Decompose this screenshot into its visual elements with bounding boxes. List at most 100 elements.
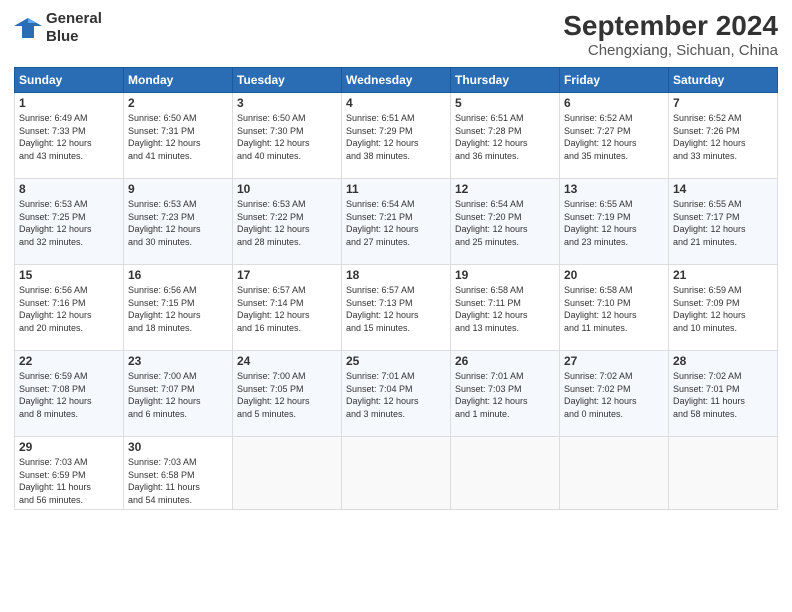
day-number: 9 xyxy=(128,182,228,196)
day-number: 15 xyxy=(19,268,119,282)
day-info: Sunrise: 6:56 AM Sunset: 7:16 PM Dayligh… xyxy=(19,284,119,334)
calendar-cell: 9 Sunrise: 6:53 AM Sunset: 7:23 PM Daylig… xyxy=(124,179,233,265)
calendar-cell: 27Sunrise: 7:02 AM Sunset: 7:02 PM Dayli… xyxy=(560,351,669,437)
calendar-cell: 5Sunrise: 6:51 AM Sunset: 7:28 PM Daylig… xyxy=(451,93,560,179)
day-number: 13 xyxy=(564,182,664,196)
day-info: Sunrise: 7:03 AM Sunset: 6:58 PM Dayligh… xyxy=(128,456,228,506)
day-info: Sunrise: 7:01 AM Sunset: 7:03 PM Dayligh… xyxy=(455,370,555,420)
location: Chengxiang, Sichuan, China xyxy=(563,42,778,59)
day-info: Sunrise: 7:02 AM Sunset: 7:01 PM Dayligh… xyxy=(673,370,773,420)
weekday-header: Monday xyxy=(124,68,233,93)
day-number: 4 xyxy=(346,96,446,110)
weekday-header: Tuesday xyxy=(233,68,342,93)
logo: General Blue xyxy=(14,10,102,46)
calendar-cell: 30 Sunrise: 7:03 AM Sunset: 6:58 PM Dayli… xyxy=(124,437,233,510)
weekday-header: Sunday xyxy=(15,68,124,93)
calendar-cell: 16Sunrise: 6:56 AM Sunset: 7:15 PM Dayli… xyxy=(124,265,233,351)
weekday-header: Friday xyxy=(560,68,669,93)
day-number: 24 xyxy=(237,354,337,368)
calendar-cell: 29Sunrise: 7:03 AM Sunset: 6:59 PM Dayli… xyxy=(15,437,124,510)
day-info: Sunrise: 6:50 AM Sunset: 7:30 PM Dayligh… xyxy=(237,112,337,162)
calendar-week-row: 1 Sunrise: 6:49 AM Sunset: 7:33 PM Daylig… xyxy=(15,93,778,179)
day-info: Sunrise: 7:01 AM Sunset: 7:04 PM Dayligh… xyxy=(346,370,446,420)
day-number: 26 xyxy=(455,354,555,368)
calendar-cell xyxy=(669,437,778,510)
calendar-cell: 4 Sunrise: 6:51 AM Sunset: 7:29 PM Daylig… xyxy=(342,93,451,179)
day-number: 23 xyxy=(128,354,228,368)
day-number: 27 xyxy=(564,354,664,368)
day-info: Sunrise: 6:51 AM Sunset: 7:29 PM Dayligh… xyxy=(346,112,446,162)
calendar-cell xyxy=(451,437,560,510)
day-info: Sunrise: 6:51 AM Sunset: 7:28 PM Dayligh… xyxy=(455,112,555,162)
day-number: 1 xyxy=(19,96,119,110)
calendar-cell: 18 Sunrise: 6:57 AM Sunset: 7:13 PM Dayli… xyxy=(342,265,451,351)
page-header: General Blue September 2024 Chengxiang, … xyxy=(14,10,778,59)
calendar-cell: 11Sunrise: 6:54 AM Sunset: 7:21 PM Dayli… xyxy=(342,179,451,265)
day-info: Sunrise: 6:54 AM Sunset: 7:21 PM Dayligh… xyxy=(346,198,446,248)
calendar-cell: 13 Sunrise: 6:55 AM Sunset: 7:19 PM Dayli… xyxy=(560,179,669,265)
calendar-week-row: 8 Sunrise: 6:53 AM Sunset: 7:25 PM Daylig… xyxy=(15,179,778,265)
calendar-cell: 17Sunrise: 6:57 AM Sunset: 7:14 PM Dayli… xyxy=(233,265,342,351)
day-info: Sunrise: 7:00 AM Sunset: 7:07 PM Dayligh… xyxy=(128,370,228,420)
calendar-cell xyxy=(342,437,451,510)
calendar-cell: 15 Sunrise: 6:56 AM Sunset: 7:16 PM Dayli… xyxy=(15,265,124,351)
day-number: 22 xyxy=(19,354,119,368)
day-number: 19 xyxy=(455,268,555,282)
calendar-cell xyxy=(560,437,669,510)
weekday-header: Wednesday xyxy=(342,68,451,93)
day-number: 2 xyxy=(128,96,228,110)
calendar-cell: 8 Sunrise: 6:53 AM Sunset: 7:25 PM Daylig… xyxy=(15,179,124,265)
day-info: Sunrise: 6:57 AM Sunset: 7:13 PM Dayligh… xyxy=(346,284,446,334)
day-number: 8 xyxy=(19,182,119,196)
day-number: 18 xyxy=(346,268,446,282)
logo-text: General Blue xyxy=(46,10,102,46)
day-number: 14 xyxy=(673,182,773,196)
day-number: 3 xyxy=(237,96,337,110)
day-info: Sunrise: 6:59 AM Sunset: 7:08 PM Dayligh… xyxy=(19,370,119,420)
day-info: Sunrise: 6:52 AM Sunset: 7:27 PM Dayligh… xyxy=(564,112,664,162)
day-info: Sunrise: 6:57 AM Sunset: 7:14 PM Dayligh… xyxy=(237,284,337,334)
calendar-cell: 19Sunrise: 6:58 AM Sunset: 7:11 PM Dayli… xyxy=(451,265,560,351)
calendar-cell: 28 Sunrise: 7:02 AM Sunset: 7:01 PM Dayli… xyxy=(669,351,778,437)
title-block: September 2024 Chengxiang, Sichuan, Chin… xyxy=(563,10,778,59)
calendar-cell: 12 Sunrise: 6:54 AM Sunset: 7:20 PM Dayli… xyxy=(451,179,560,265)
calendar-cell: 26 Sunrise: 7:01 AM Sunset: 7:03 PM Dayli… xyxy=(451,351,560,437)
calendar-week-row: 29Sunrise: 7:03 AM Sunset: 6:59 PM Dayli… xyxy=(15,437,778,510)
day-info: Sunrise: 6:59 AM Sunset: 7:09 PM Dayligh… xyxy=(673,284,773,334)
calendar-header-row: SundayMondayTuesdayWednesdayThursdayFrid… xyxy=(15,68,778,93)
calendar-cell: 21 Sunrise: 6:59 AM Sunset: 7:09 PM Dayli… xyxy=(669,265,778,351)
day-info: Sunrise: 6:49 AM Sunset: 7:33 PM Dayligh… xyxy=(19,112,119,162)
day-number: 12 xyxy=(455,182,555,196)
day-number: 10 xyxy=(237,182,337,196)
day-number: 29 xyxy=(19,440,119,454)
day-number: 30 xyxy=(128,440,228,454)
day-info: Sunrise: 6:54 AM Sunset: 7:20 PM Dayligh… xyxy=(455,198,555,248)
calendar-cell: 1 Sunrise: 6:49 AM Sunset: 7:33 PM Daylig… xyxy=(15,93,124,179)
calendar-page: General Blue September 2024 Chengxiang, … xyxy=(0,0,792,612)
day-number: 6 xyxy=(564,96,664,110)
calendar-cell: 14Sunrise: 6:55 AM Sunset: 7:17 PM Dayli… xyxy=(669,179,778,265)
calendar-cell: 7 Sunrise: 6:52 AM Sunset: 7:26 PM Daylig… xyxy=(669,93,778,179)
day-number: 25 xyxy=(346,354,446,368)
calendar-cell: 24Sunrise: 7:00 AM Sunset: 7:05 PM Dayli… xyxy=(233,351,342,437)
calendar-cell: 2Sunrise: 6:50 AM Sunset: 7:31 PM Daylig… xyxy=(124,93,233,179)
calendar-week-row: 22 Sunrise: 6:59 AM Sunset: 7:08 PM Dayli… xyxy=(15,351,778,437)
day-info: Sunrise: 6:55 AM Sunset: 7:19 PM Dayligh… xyxy=(564,198,664,248)
calendar-cell: 6 Sunrise: 6:52 AM Sunset: 7:27 PM Daylig… xyxy=(560,93,669,179)
calendar-table: SundayMondayTuesdayWednesdayThursdayFrid… xyxy=(14,67,778,510)
day-number: 16 xyxy=(128,268,228,282)
day-number: 20 xyxy=(564,268,664,282)
day-number: 7 xyxy=(673,96,773,110)
day-info: Sunrise: 6:53 AM Sunset: 7:23 PM Dayligh… xyxy=(128,198,228,248)
day-number: 28 xyxy=(673,354,773,368)
month-title: September 2024 xyxy=(563,10,778,42)
calendar-week-row: 15 Sunrise: 6:56 AM Sunset: 7:16 PM Dayli… xyxy=(15,265,778,351)
day-info: Sunrise: 6:52 AM Sunset: 7:26 PM Dayligh… xyxy=(673,112,773,162)
day-info: Sunrise: 6:53 AM Sunset: 7:25 PM Dayligh… xyxy=(19,198,119,248)
day-number: 21 xyxy=(673,268,773,282)
weekday-header: Saturday xyxy=(669,68,778,93)
calendar-cell: 20Sunrise: 6:58 AM Sunset: 7:10 PM Dayli… xyxy=(560,265,669,351)
calendar-cell xyxy=(233,437,342,510)
weekday-header: Thursday xyxy=(451,68,560,93)
day-info: Sunrise: 6:53 AM Sunset: 7:22 PM Dayligh… xyxy=(237,198,337,248)
